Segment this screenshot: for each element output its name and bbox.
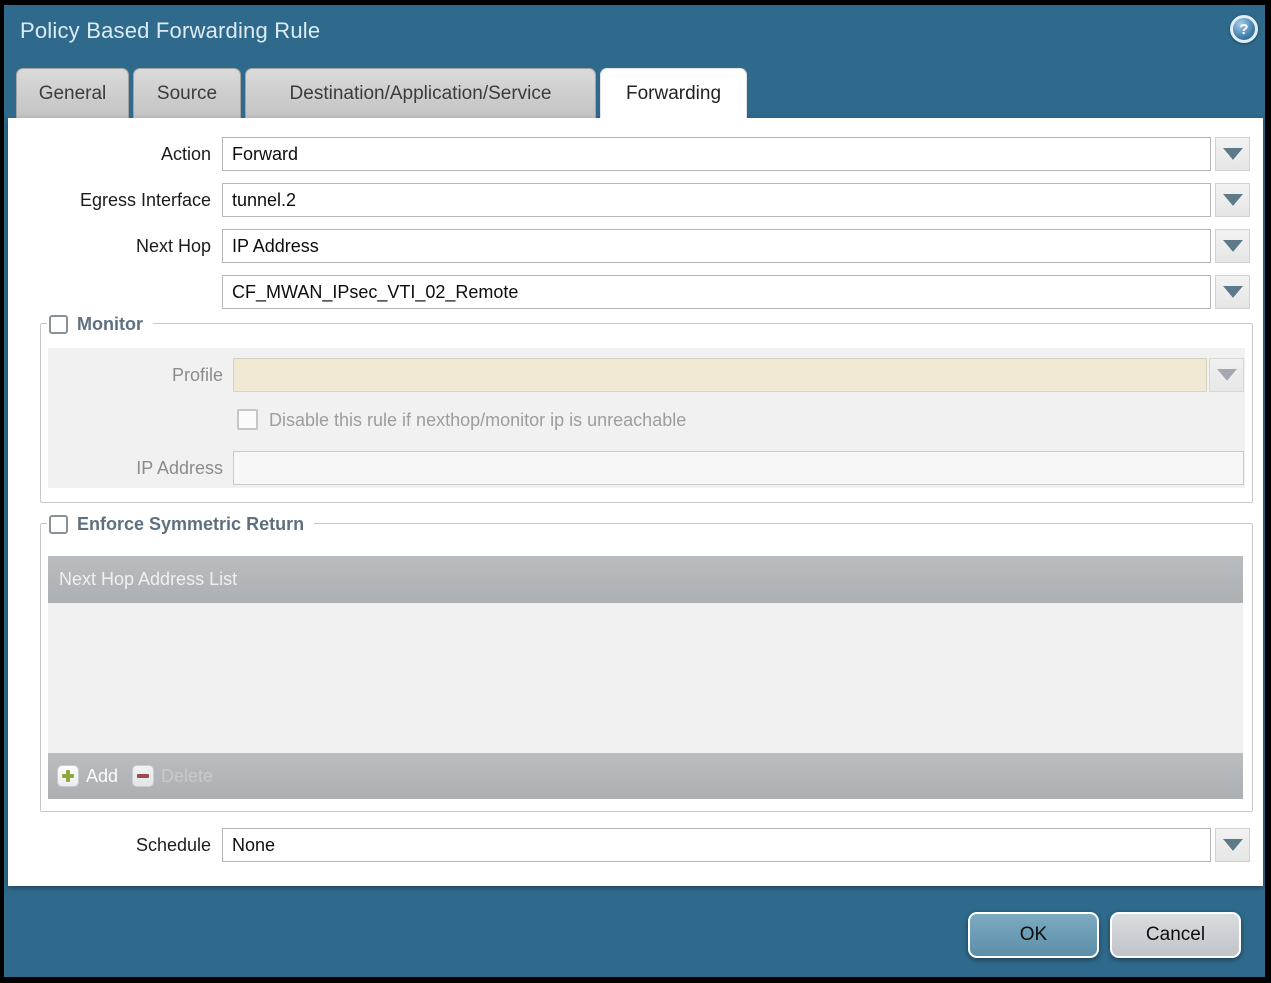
- enforce-symmetric-return-checkbox[interactable]: [49, 515, 68, 534]
- tab-label: Destination/Application/Service: [290, 83, 552, 105]
- disable-rule-checkbox: [237, 409, 258, 430]
- add-button-label: Add: [86, 766, 118, 787]
- monitor-legend-label: Monitor: [77, 314, 143, 335]
- tab-destination-application-service[interactable]: Destination/Application/Service: [245, 68, 596, 118]
- chevron-down-icon: [1223, 148, 1243, 160]
- profile-label: Profile: [41, 358, 223, 392]
- tab-label: General: [39, 83, 107, 105]
- egress-interface-field[interactable]: tunnel.2: [222, 183, 1211, 217]
- disable-rule-label: Disable this rule if nexthop/monitor ip …: [269, 409, 686, 431]
- symmetric-return-legend: Enforce Symmetric Return: [47, 511, 314, 537]
- add-button[interactable]: Add: [57, 765, 118, 787]
- schedule-label: Schedule: [8, 828, 211, 862]
- plus-icon: [57, 765, 79, 787]
- next-hop-address-list-body[interactable]: [48, 603, 1243, 753]
- next-hop-type-dropdown-button[interactable]: [1215, 229, 1250, 263]
- forwarding-tab-panel: Action Forward Egress Interface tunnel.2…: [8, 118, 1263, 886]
- cancel-button[interactable]: Cancel: [1110, 912, 1241, 958]
- next-hop-address-field[interactable]: CF_MWAN_IPsec_VTI_02_Remote: [222, 275, 1211, 309]
- ok-button[interactable]: OK: [968, 912, 1099, 958]
- minus-icon: [132, 765, 154, 787]
- schedule-dropdown-button[interactable]: [1215, 828, 1250, 862]
- next-hop-address-list-toolbar: Add Delete: [48, 753, 1243, 799]
- symmetric-return-legend-label: Enforce Symmetric Return: [77, 514, 304, 535]
- monitor-section: Monitor Profile Disable this rule if nex…: [40, 323, 1253, 503]
- tab-forwarding[interactable]: Forwarding: [600, 68, 747, 118]
- delete-button: Delete: [132, 765, 213, 787]
- next-hop-type-field[interactable]: IP Address: [222, 229, 1211, 263]
- action-label: Action: [8, 137, 211, 171]
- schedule-field[interactable]: None: [222, 828, 1211, 862]
- chevron-down-icon: [1217, 369, 1237, 381]
- chevron-down-icon: [1223, 240, 1243, 252]
- chevron-down-icon: [1223, 194, 1243, 206]
- tab-general[interactable]: General: [16, 68, 129, 118]
- help-icon[interactable]: ?: [1230, 15, 1258, 43]
- next-hop-label: Next Hop: [8, 229, 211, 263]
- tab-label: Source: [157, 83, 217, 105]
- dialog-title: Policy Based Forwarding Rule: [20, 18, 320, 44]
- monitor-legend: Monitor: [47, 311, 153, 337]
- help-glyph: ?: [1239, 21, 1248, 38]
- next-hop-address-dropdown-button[interactable]: [1215, 275, 1250, 309]
- action-dropdown-button[interactable]: [1215, 137, 1250, 171]
- profile-dropdown-button: [1209, 358, 1244, 392]
- tab-bar: General Source Destination/Application/S…: [16, 68, 747, 118]
- symmetric-return-section: Enforce Symmetric Return Next Hop Addres…: [40, 523, 1253, 812]
- delete-button-label: Delete: [161, 766, 213, 787]
- tab-label: Forwarding: [626, 83, 721, 105]
- chevron-down-icon: [1223, 839, 1243, 851]
- monitor-checkbox[interactable]: [49, 315, 68, 334]
- monitor-ip-address-field: [233, 451, 1244, 485]
- egress-interface-dropdown-button[interactable]: [1215, 183, 1250, 217]
- chevron-down-icon: [1223, 286, 1243, 298]
- profile-field: [233, 358, 1207, 392]
- next-hop-address-table: Next Hop Address List Add Delete: [48, 556, 1243, 799]
- action-field[interactable]: Forward: [222, 137, 1211, 171]
- monitor-ip-address-label: IP Address: [41, 451, 223, 485]
- next-hop-address-list-header: Next Hop Address List: [48, 556, 1243, 603]
- tab-source[interactable]: Source: [133, 68, 241, 118]
- egress-interface-label: Egress Interface: [8, 183, 211, 217]
